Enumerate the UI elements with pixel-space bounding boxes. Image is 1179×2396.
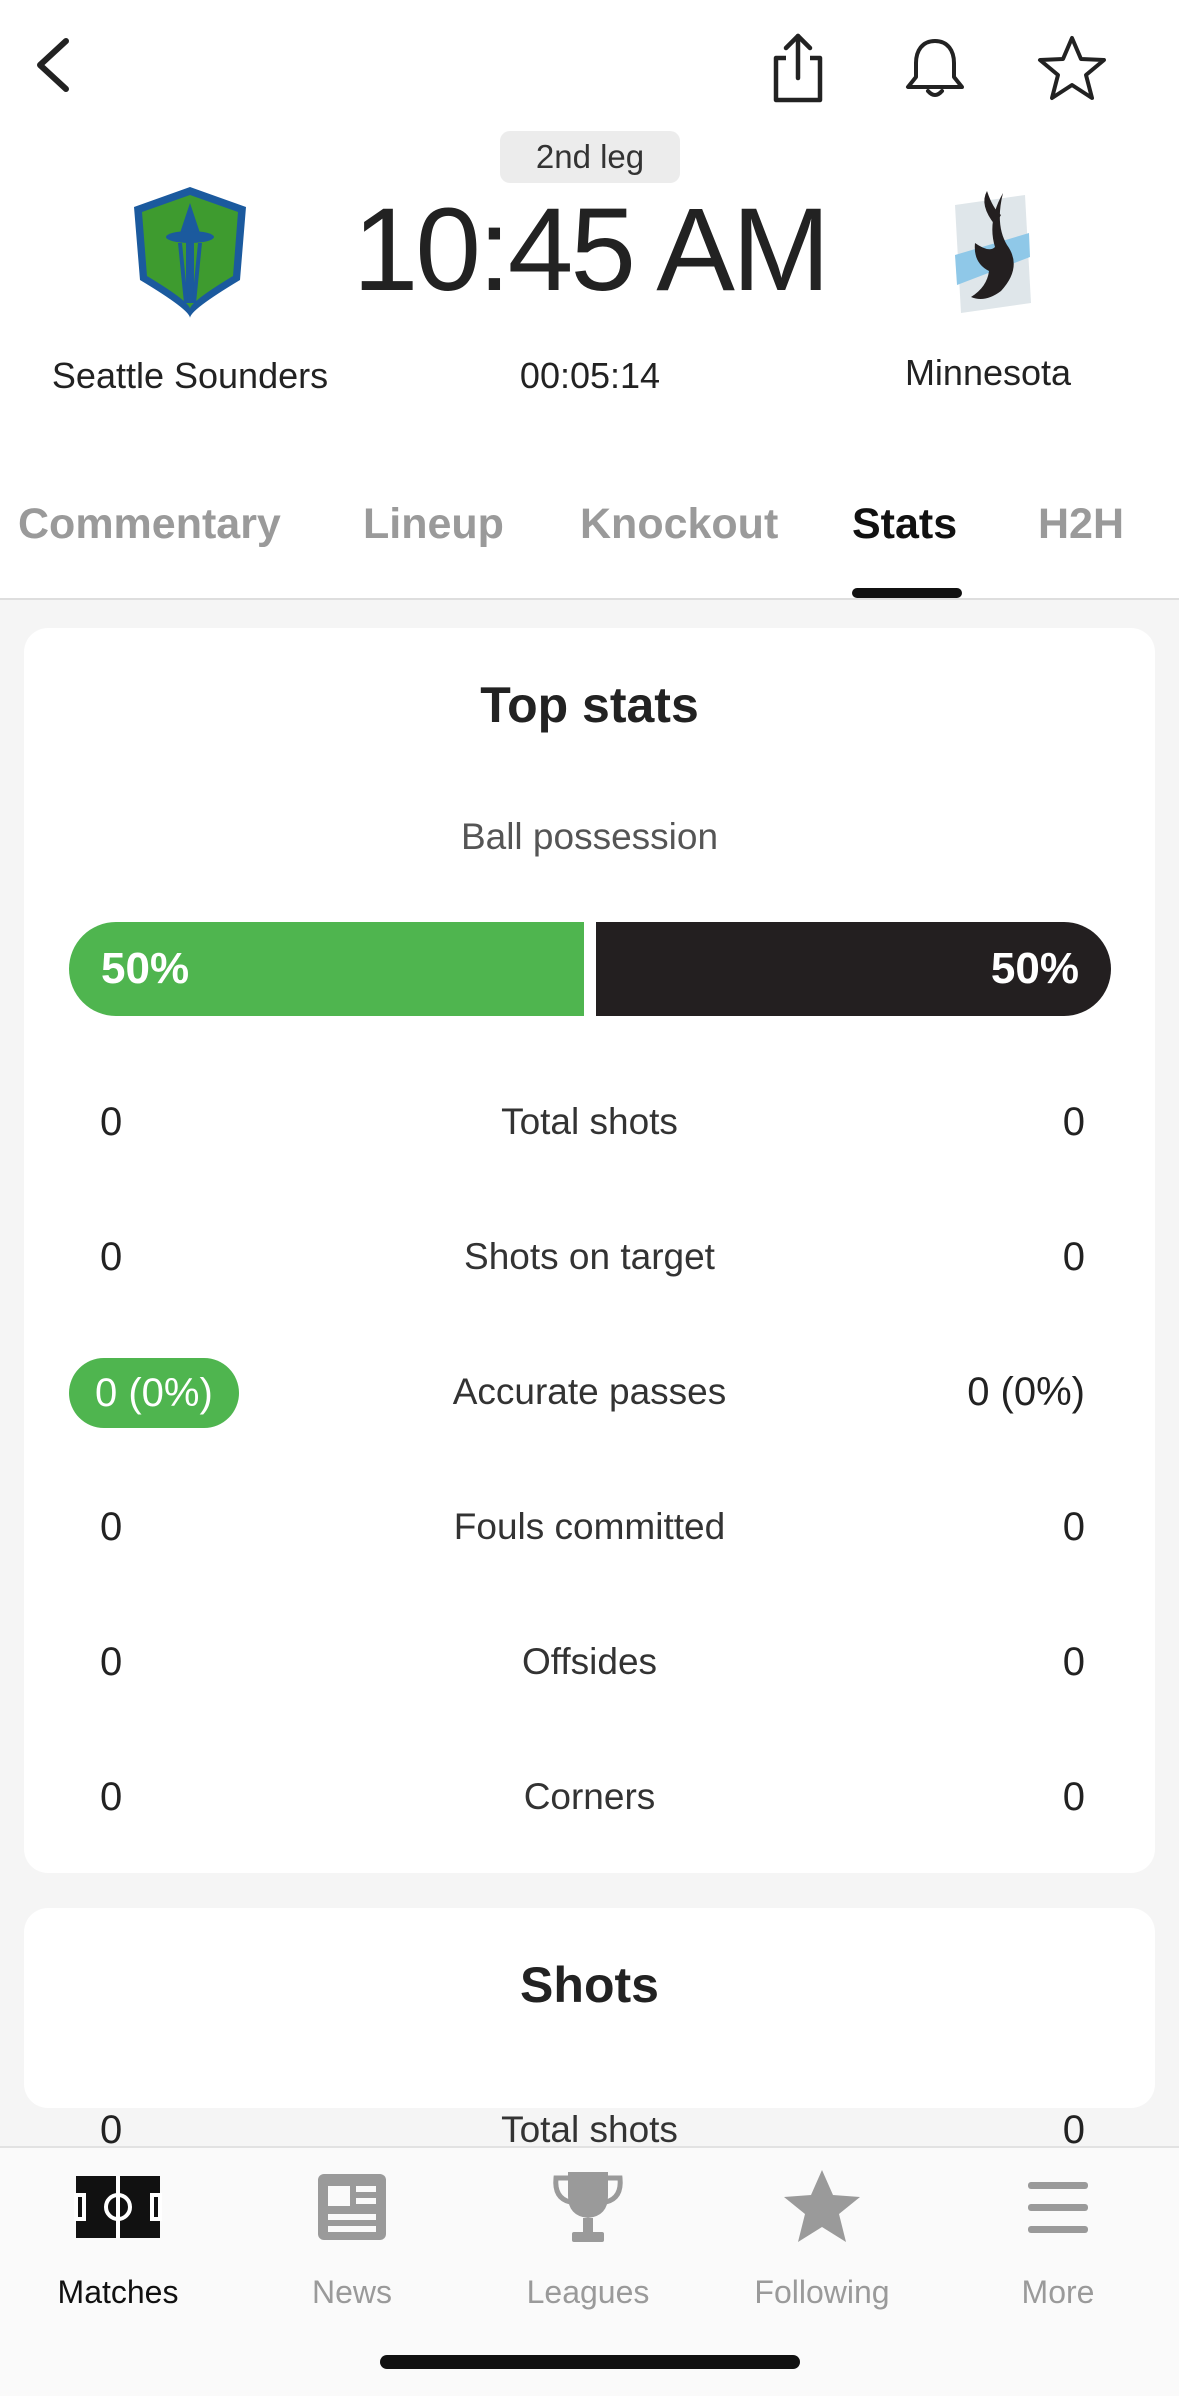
trophy-icon xyxy=(553,2172,623,2242)
shots-card: Shots 0 Total shots 0 xyxy=(24,1908,1155,2152)
stat-away-value: 0 xyxy=(1062,1774,1085,1819)
nav-news[interactable]: News xyxy=(252,2168,452,2310)
away-team-name[interactable]: Minnesota xyxy=(838,352,1138,394)
stat-label: Total shots xyxy=(501,1101,678,1142)
stat-away-value: 0 xyxy=(1062,1099,1085,1144)
nav-matches[interactable]: Matches xyxy=(18,2168,218,2310)
active-tab-indicator xyxy=(852,588,962,598)
stat-away-value: 0 xyxy=(1062,1234,1085,1279)
stat-away-value: 0 xyxy=(1062,1639,1085,1684)
away-team-crest[interactable] xyxy=(935,185,1045,320)
nav-label: Matches xyxy=(57,2274,179,2310)
stat-row-offsides: 0 Offsides 0 xyxy=(24,1622,1155,1702)
stat-label: Corners xyxy=(523,1776,656,1817)
nav-leagues[interactable]: Leagues xyxy=(488,2168,688,2310)
stat-row-corners: 0 Corners 0 xyxy=(24,1757,1155,1837)
home-team-name[interactable]: Seattle Sounders xyxy=(20,355,360,397)
stat-row-fouls-committed: 0 Fouls committed 0 xyxy=(24,1487,1155,1567)
possession-label: Ball possession xyxy=(460,816,719,857)
menu-icon xyxy=(1028,2182,1088,2233)
share-icon xyxy=(773,33,823,103)
shots-title: Shots xyxy=(520,1957,659,2013)
stat-row-accurate-passes: 0 (0%) Accurate passes 0 (0%) xyxy=(24,1352,1155,1432)
bell-icon xyxy=(906,39,964,97)
match-header: 2nd leg 10:45 AM Seattle Sounders 00:05:… xyxy=(0,0,1179,600)
tab-h2h[interactable]: H2H xyxy=(1038,500,1124,549)
share-button[interactable] xyxy=(758,28,838,108)
stat-away-value: 0 (0%) xyxy=(967,1369,1085,1414)
kickoff-time: 10:45 AM xyxy=(352,184,831,316)
notifications-button[interactable] xyxy=(895,28,975,108)
nav-following[interactable]: Following xyxy=(722,2168,922,2310)
possession-away: 50% xyxy=(596,922,1111,1016)
favorite-button[interactable] xyxy=(1032,28,1112,108)
match-tabs: Commentary Lineup Knockout Stats H2H xyxy=(0,490,1179,600)
star-icon xyxy=(784,2170,860,2242)
top-stats-card: Top stats Ball possession 50% 50% 0 Tota… xyxy=(24,628,1155,1873)
back-button[interactable] xyxy=(18,30,88,100)
nav-label: News xyxy=(311,2274,392,2310)
stat-label: Offsides xyxy=(521,1641,658,1682)
nav-more[interactable]: More xyxy=(958,2168,1158,2310)
stat-row-total-shots: 0 Total shots 0 xyxy=(24,1082,1155,1162)
stat-row-shots-on-target: 0 Shots on target 0 xyxy=(24,1217,1155,1297)
stat-away-value: 0 xyxy=(1062,1504,1085,1549)
stat-label: Fouls committed xyxy=(453,1506,726,1547)
tab-knockout[interactable]: Knockout xyxy=(580,500,778,549)
tab-commentary[interactable]: Commentary xyxy=(18,500,281,549)
nav-label: More xyxy=(1021,2274,1095,2310)
seattle-sounders-crest-icon xyxy=(134,187,246,318)
stat-label: Shots on target xyxy=(464,1236,715,1277)
chevron-left-icon xyxy=(37,38,69,92)
possession-home: 50% xyxy=(69,922,584,1016)
pitch-icon xyxy=(74,2176,162,2238)
possession-bar: 50% 50% xyxy=(69,922,1111,1016)
nav-label: Following xyxy=(754,2274,890,2310)
minnesota-united-crest-icon xyxy=(955,191,1031,313)
top-stats-title: Top stats xyxy=(480,677,699,733)
match-clock: 00:05:14 xyxy=(519,355,661,396)
news-icon xyxy=(318,2174,386,2240)
star-outline-icon xyxy=(1038,36,1106,100)
home-team-crest[interactable] xyxy=(130,185,250,320)
tab-stats[interactable]: Stats xyxy=(852,500,957,549)
leg-badge: 2nd leg xyxy=(500,131,680,183)
home-indicator xyxy=(380,2355,800,2369)
nav-label: Leagues xyxy=(526,2274,650,2310)
tab-lineup[interactable]: Lineup xyxy=(363,500,504,549)
